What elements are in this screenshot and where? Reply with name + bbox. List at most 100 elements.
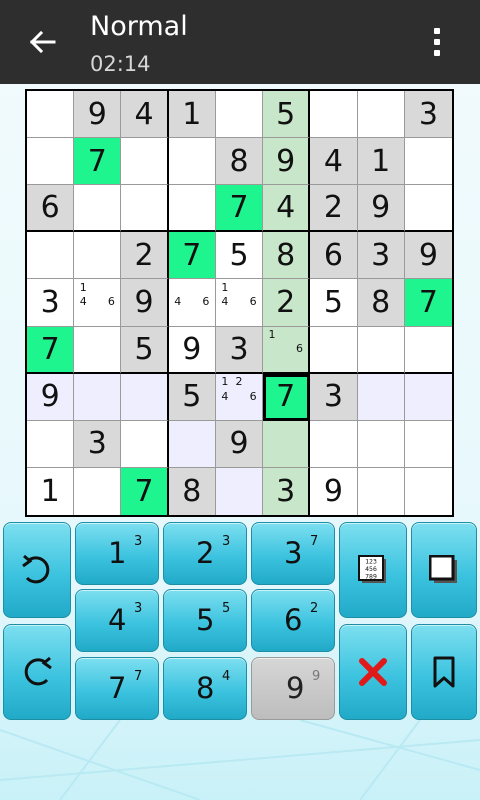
sudoku-cell-r8c2[interactable]: 3: [74, 420, 122, 468]
undo-button[interactable]: [3, 522, 71, 618]
sudoku-cell-r4c5[interactable]: 5: [215, 232, 264, 280]
sudoku-cell-r9c6[interactable]: 3: [263, 467, 311, 515]
sudoku-cell-r2c5[interactable]: 8: [215, 138, 264, 186]
digit-button-2[interactable]: 2 3: [163, 522, 247, 585]
sudoku-cell-r4c3[interactable]: 2: [121, 232, 169, 280]
sudoku-cell-r7c5[interactable]: 124 6: [215, 373, 264, 421]
sudoku-cell-r1c4[interactable]: 1: [168, 91, 216, 139]
sudoku-cell-r6c7[interactable]: [310, 326, 358, 374]
sudoku-cell-r2c9[interactable]: [404, 138, 452, 186]
sudoku-cell-r4c9[interactable]: 9: [404, 232, 452, 280]
sudoku-cell-r2c7[interactable]: 4: [310, 138, 358, 186]
sudoku-cell-r8c9[interactable]: [404, 421, 452, 468]
sudoku-cell-r3c4[interactable]: [168, 185, 216, 233]
sudoku-cell-r7c1[interactable]: 9: [27, 373, 75, 421]
sudoku-cell-r7c7[interactable]: 3: [310, 373, 358, 421]
cell-mode-toggle-button[interactable]: [411, 522, 477, 618]
sudoku-cell-r1c8[interactable]: [357, 91, 405, 139]
sudoku-cell-r5c4[interactable]: 46: [168, 279, 216, 327]
sudoku-cell-r3c2[interactable]: [74, 185, 122, 233]
sudoku-cell-r1c7[interactable]: [310, 91, 358, 139]
digit-button-9[interactable]: 9 9: [251, 657, 335, 720]
sudoku-cell-r6c8[interactable]: [357, 326, 405, 374]
sudoku-cell-r4c7[interactable]: 6: [310, 232, 358, 280]
sudoku-cell-r1c5[interactable]: [215, 91, 264, 139]
sudoku-cell-r3c9[interactable]: [404, 185, 452, 233]
sudoku-cell-r7c6[interactable]: 7: [263, 373, 311, 421]
sudoku-cell-r9c9[interactable]: [405, 468, 452, 515]
sudoku-cell-r5c3[interactable]: 9: [121, 279, 169, 327]
sudoku-cell-r6c2[interactable]: [74, 326, 122, 374]
sudoku-cell-r8c3[interactable]: [121, 420, 169, 468]
sudoku-cell-r4c6[interactable]: 8: [263, 232, 311, 280]
sudoku-cell-r2c1[interactable]: [27, 138, 75, 186]
sudoku-cell-r9c1[interactable]: 1: [27, 467, 75, 515]
sudoku-cell-r9c3[interactable]: 7: [121, 467, 169, 515]
sudoku-cell-r4c2[interactable]: [74, 232, 122, 280]
sudoku-cell-r8c4[interactable]: [168, 420, 216, 468]
sudoku-cell-r3c6[interactable]: 4: [263, 185, 311, 233]
sudoku-cell-r7c4[interactable]: 5: [168, 373, 216, 421]
sudoku-cell-r1c2[interactable]: 9: [74, 91, 122, 139]
digit-button-3[interactable]: 3 7: [251, 522, 335, 585]
sudoku-cell-r5c8[interactable]: 8: [357, 279, 405, 327]
sudoku-cell-r1c3[interactable]: 4: [121, 91, 169, 139]
overflow-menu-button[interactable]: [426, 24, 448, 60]
digit-button-1[interactable]: 1 3: [75, 522, 159, 585]
digit-label: 9: [286, 671, 305, 705]
sudoku-cell-r5c2[interactable]: 14 6: [74, 279, 122, 327]
redo-button[interactable]: [3, 624, 71, 720]
sudoku-cell-r8c8[interactable]: [357, 420, 405, 468]
sudoku-cell-r6c6[interactable]: 16: [263, 326, 311, 374]
sudoku-cell-r6c1[interactable]: 7: [27, 326, 75, 374]
sudoku-cell-r6c3[interactable]: 5: [121, 326, 169, 374]
sudoku-cell-r8c1[interactable]: [27, 420, 75, 468]
back-button[interactable]: [22, 24, 62, 60]
sudoku-cell-r8c5[interactable]: 9: [215, 420, 264, 468]
sudoku-cell-r8c6[interactable]: [263, 420, 311, 468]
sudoku-cell-r1c9[interactable]: 3: [404, 91, 452, 139]
sudoku-cell-r6c5[interactable]: 3: [215, 326, 264, 374]
sudoku-cell-r9c4[interactable]: 8: [168, 467, 216, 515]
sudoku-cell-r4c8[interactable]: 3: [357, 232, 405, 280]
sudoku-cell-r7c8[interactable]: [357, 373, 405, 421]
sudoku-cell-r8c7[interactable]: [310, 420, 358, 468]
digit-button-5[interactable]: 5 5: [163, 589, 247, 652]
sudoku-cell-r7c9[interactable]: [404, 373, 452, 421]
sudoku-cell-r7c3[interactable]: [121, 373, 169, 421]
sudoku-cell-r3c7[interactable]: 2: [310, 185, 358, 233]
sudoku-cell-r4c4[interactable]: 7: [168, 232, 216, 280]
sudoku-cell-r3c1[interactable]: 6: [27, 185, 75, 233]
sudoku-cell-r2c2[interactable]: 7: [74, 138, 122, 186]
sudoku-cell-r1c6[interactable]: 5: [263, 91, 311, 139]
sudoku-cell-r2c4[interactable]: [168, 138, 216, 186]
sudoku-cell-r5c5[interactable]: 14 6: [215, 279, 264, 327]
sudoku-cell-r5c6[interactable]: 2: [263, 279, 311, 327]
digit-button-4[interactable]: 4 3: [75, 589, 159, 652]
sudoku-cell-r3c5[interactable]: 7: [215, 185, 264, 233]
digit-button-8[interactable]: 8 4: [163, 657, 247, 720]
sudoku-cell-r5c7[interactable]: 5: [310, 279, 358, 327]
bookmark-button[interactable]: [411, 624, 477, 720]
sudoku-cell-r2c8[interactable]: 1: [357, 138, 405, 186]
erase-button[interactable]: [339, 624, 407, 720]
sudoku-cell-r2c3[interactable]: [121, 138, 169, 186]
sudoku-cell-r9c8[interactable]: [358, 467, 405, 515]
sudoku-cell-r3c3[interactable]: [121, 185, 169, 233]
sudoku-cell-r7c2[interactable]: [74, 373, 122, 421]
digit-button-6[interactable]: 6 2: [251, 589, 335, 652]
sudoku-cell-r6c4[interactable]: 9: [168, 326, 216, 374]
sudoku-cell-r5c9[interactable]: 7: [404, 279, 452, 327]
sudoku-cell-r1c1[interactable]: [27, 91, 75, 139]
sudoku-cell-r9c7[interactable]: 9: [310, 467, 358, 515]
digit-button-7[interactable]: 7 7: [75, 657, 159, 720]
sudoku-cell-r9c5[interactable]: [215, 467, 264, 515]
sudoku-cell-r5c1[interactable]: 3: [27, 279, 75, 327]
sudoku-cell-r4c1[interactable]: [27, 232, 75, 280]
sudoku-cell-r9c2[interactable]: [74, 467, 122, 515]
sudoku-cell-r2c6[interactable]: 9: [263, 138, 311, 186]
notes-mode-button[interactable]: 123 456 789: [339, 522, 407, 618]
sudoku-cell-r3c8[interactable]: 9: [357, 185, 405, 233]
note-digit: [185, 295, 199, 310]
sudoku-cell-r6c9[interactable]: [404, 327, 452, 374]
